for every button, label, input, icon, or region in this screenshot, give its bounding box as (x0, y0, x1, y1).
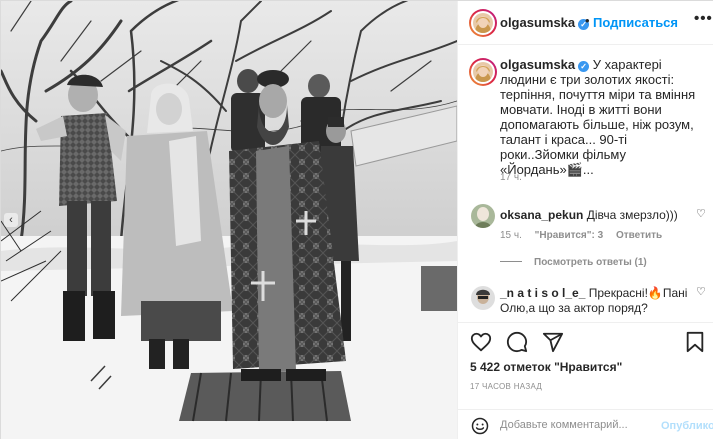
post-time[interactable]: 17 ЧАСОВ НАЗАД (470, 382, 542, 391)
reply-button[interactable]: Ответить (616, 230, 662, 241)
post-side-panel: olgasumska ✓ • Подписаться ••• olgasumska… (457, 1, 713, 439)
instagram-post-page: ‹ olgasumska ✓ • Подписаться ••• olgasum… (0, 0, 713, 439)
avatar[interactable] (471, 286, 495, 310)
heart-icon[interactable] (470, 331, 494, 355)
comment-icon[interactable] (506, 331, 530, 355)
caption-text-block: olgasumska ✓ У характері людини є три зол… (500, 57, 700, 177)
follow-button[interactable]: Подписаться (593, 15, 678, 30)
comment-input[interactable] (500, 415, 660, 435)
send-icon[interactable] (542, 331, 566, 355)
comment-meta: 15 ч. "Нравится": 3 Ответить (500, 230, 672, 241)
comment-time[interactable]: 15 ч. (500, 230, 522, 241)
smiley-icon[interactable] (471, 417, 489, 438)
caption-username[interactable]: olgasumska (500, 57, 575, 72)
caption-avatar-ring[interactable] (469, 58, 497, 86)
add-comment-form: Опубликовать (458, 409, 713, 439)
heart-icon[interactable]: ♡ (696, 207, 706, 220)
publish-button[interactable]: Опубликовать (661, 420, 713, 432)
avatar (473, 13, 493, 33)
avatar (473, 62, 493, 82)
comment-likes-count[interactable]: "Нравится": 3 (535, 230, 604, 241)
post-author-username[interactable]: olgasumska ✓ (500, 15, 590, 30)
verified-badge-icon: ✓ (578, 61, 590, 72)
comments-list[interactable]: olgasumska ✓ У характері людини є три зол… (458, 46, 713, 322)
header-separator: • (585, 13, 590, 28)
heart-icon[interactable]: ♡ (696, 285, 706, 298)
photo-image (1, 1, 457, 439)
avatar-story-ring[interactable] (469, 9, 497, 37)
caption-time[interactable]: 17 ч. (500, 172, 522, 183)
view-replies-button[interactable]: Посмотреть ответы (1) (500, 257, 647, 268)
likes-count[interactable]: 5 422 отметок "Нравится" (470, 360, 622, 374)
post-photo[interactable]: ‹ (1, 1, 457, 439)
more-options-icon[interactable]: ••• (694, 10, 713, 27)
avatar[interactable] (471, 204, 495, 228)
chevron-left-icon[interactable]: ‹ (4, 213, 18, 227)
caption-text: У характері людини є три золотих якості:… (500, 57, 696, 177)
comment-username[interactable]: _n a t i s o l_e_ (500, 286, 585, 300)
comment-text-block: _n a t i s o l_e_ Прекрасні!🔥Пані Олю,а … (500, 286, 700, 316)
replies-divider (500, 261, 522, 262)
comment-username[interactable]: oksana_pekun (500, 208, 583, 222)
bookmark-icon[interactable] (684, 331, 708, 355)
comment-text-block: oksana_pekun Дівча змерзло))) (500, 208, 680, 223)
post-header: olgasumska ✓ • Подписаться ••• (458, 1, 713, 45)
comment-text: Дівча змерзло))) (586, 208, 678, 222)
